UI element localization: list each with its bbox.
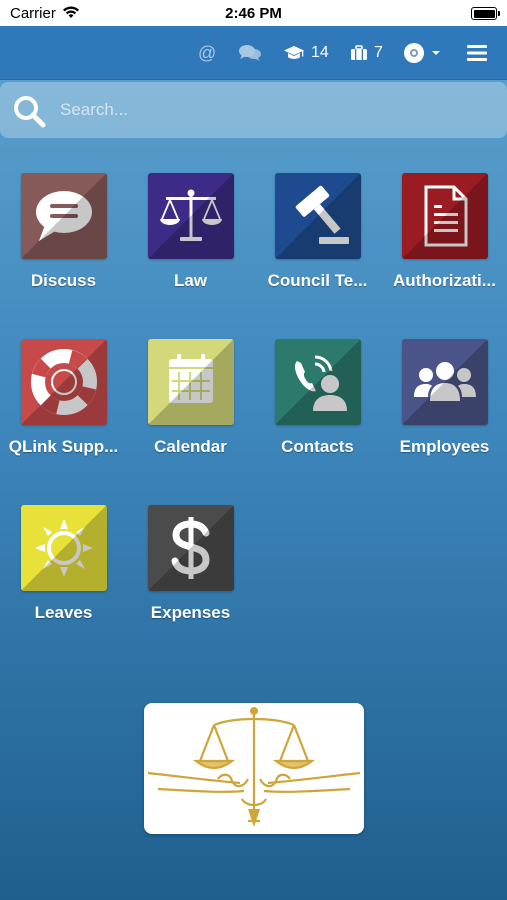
top-nav-bar: @ 14 7 [0,26,507,80]
scales-icon [160,189,222,241]
organization-logo-card [144,703,364,834]
search-input[interactable] [60,92,490,128]
scales-of-justice-logo [147,707,361,827]
calendar-icon [169,354,213,403]
main-menu-button[interactable] [466,26,488,80]
app-label: Council Te... [267,271,368,290]
app-tile[interactable] [148,173,234,259]
app-calendar[interactable]: Calendar [127,339,254,479]
gavel-icon [295,185,349,244]
status-bar: Carrier 2:46 PM [0,0,507,26]
app-expenses[interactable]: Expenses [127,505,254,645]
clock: 2:46 PM [225,5,282,22]
user-menu-button[interactable] [403,26,442,80]
app-label: QLink Supp... [8,437,119,456]
app-label: Contacts [281,437,354,456]
app-discuss[interactable]: Discuss [0,173,127,313]
app-label: Employees [399,437,490,456]
app-label: Law [173,271,208,290]
app-tile[interactable] [275,339,361,425]
app-label: Calendar [154,437,227,456]
at-icon: @ [198,42,217,63]
people-icon [414,362,476,401]
app-label: Authorizati... [393,271,496,290]
courses-button[interactable]: 14 [283,26,329,80]
app-law[interactable]: Law [127,173,254,313]
contact-phone-icon [295,355,347,411]
app-authorizati[interactable]: Authorizati... [381,173,507,313]
app-label: Leaves [34,603,93,622]
app-tile[interactable] [21,339,107,425]
app-label: Expenses [150,603,231,622]
app-leaves[interactable]: Leaves [0,505,127,645]
app-tile[interactable] [402,339,488,425]
lifebuoy-icon [31,349,97,415]
search-bar [0,82,507,138]
app-tile[interactable] [148,339,234,425]
messages-button[interactable] [239,26,261,80]
app-qlink-supp[interactable]: QLink Supp... [0,339,127,479]
app-tile[interactable] [148,505,234,591]
app-employees[interactable]: Employees [381,339,507,479]
mentions-button[interactable]: @ [198,26,216,80]
courses-count: 14 [311,44,329,61]
app-tile[interactable] [21,173,107,259]
document-icon [424,185,468,247]
briefcase-icon [351,45,367,60]
search-icon[interactable] [12,94,46,128]
app-tile[interactable] [21,505,107,591]
app-contacts[interactable]: Contacts [254,339,381,479]
battery-icon [471,7,500,20]
app-label: Discuss [30,271,97,290]
tasks-count: 7 [374,44,383,61]
hamburger-menu-icon [467,45,487,61]
avatar-icon [404,43,424,63]
dollar-icon [171,517,210,579]
app-tile[interactable] [402,173,488,259]
sun-icon [35,519,93,577]
tasks-button[interactable]: 7 [350,26,383,80]
app-council-te[interactable]: Council Te... [254,173,381,313]
app-tile[interactable] [275,173,361,259]
chat-icon [239,45,261,61]
graduation-cap-icon [284,46,304,59]
chevron-down-icon [432,51,440,55]
chat-bubble-icon [36,191,92,241]
